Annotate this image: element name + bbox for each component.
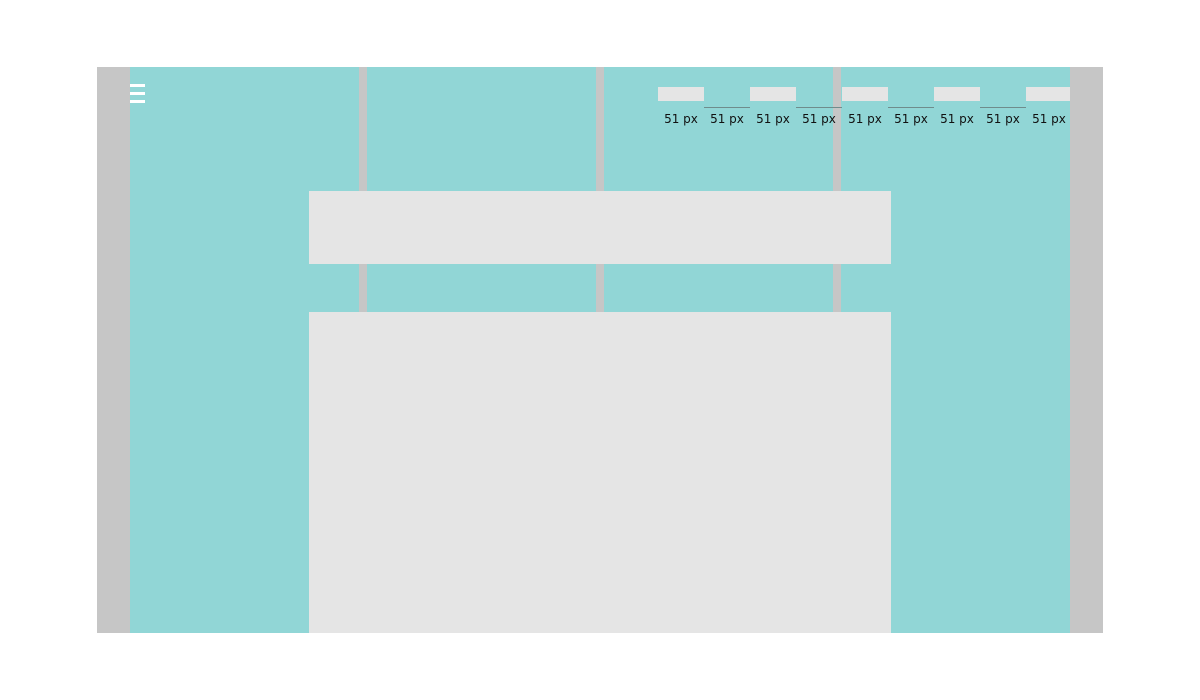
ruler-label: 51 px	[1032, 112, 1066, 126]
ruler-block	[658, 87, 704, 101]
spacing-ruler: 51 px 51 px 51 px 51 px 51 px 51 px 51 px 51 px…	[658, 87, 1070, 132]
ruler-line	[658, 107, 704, 108]
header-panel	[309, 191, 891, 264]
ruler-label: 51 px	[756, 112, 790, 126]
ruler-line	[1026, 107, 1070, 108]
ruler-block	[1026, 87, 1070, 101]
ruler-line	[888, 107, 934, 108]
ruler-line	[934, 107, 980, 108]
menu-bar	[130, 92, 145, 95]
ruler-segment: 51 px	[934, 87, 980, 133]
ruler-label: 51 px	[848, 112, 882, 126]
menu-bar	[130, 100, 145, 103]
ruler-line	[750, 107, 796, 108]
ruler-block	[842, 87, 888, 101]
viewport-frame: 51 px 51 px 51 px 51 px 51 px 51 px 51 px 51 px…	[97, 67, 1103, 633]
ruler-line	[980, 107, 1026, 108]
ruler-line	[796, 107, 842, 108]
ruler-segment: 51 px	[1026, 87, 1070, 133]
main-panel	[309, 312, 891, 633]
ruler-block	[934, 87, 980, 101]
ruler-label: 51 px	[894, 112, 928, 126]
ruler-segment: 51 px	[842, 87, 888, 133]
ruler-label: 51 px	[802, 112, 836, 126]
ruler-line	[704, 107, 750, 108]
ruler-segment: 51 px	[888, 87, 934, 133]
hamburger-menu-icon[interactable]	[130, 84, 147, 103]
menu-bar	[130, 84, 145, 87]
ruler-segment: 51 px	[796, 87, 842, 133]
ruler-label: 51 px	[664, 112, 698, 126]
ruler-line	[842, 107, 888, 108]
ruler-segment: 51 px	[658, 87, 704, 133]
ruler-segment: 51 px	[980, 87, 1026, 133]
ruler-label: 51 px	[986, 112, 1020, 126]
ruler-label: 51 px	[710, 112, 744, 126]
ruler-segment: 51 px	[750, 87, 796, 133]
page-content: 51 px 51 px 51 px 51 px 51 px 51 px 51 px 51 px…	[130, 67, 1070, 633]
ruler-label: 51 px	[940, 112, 974, 126]
ruler-block	[750, 87, 796, 101]
ruler-segment: 51 px	[704, 87, 750, 133]
